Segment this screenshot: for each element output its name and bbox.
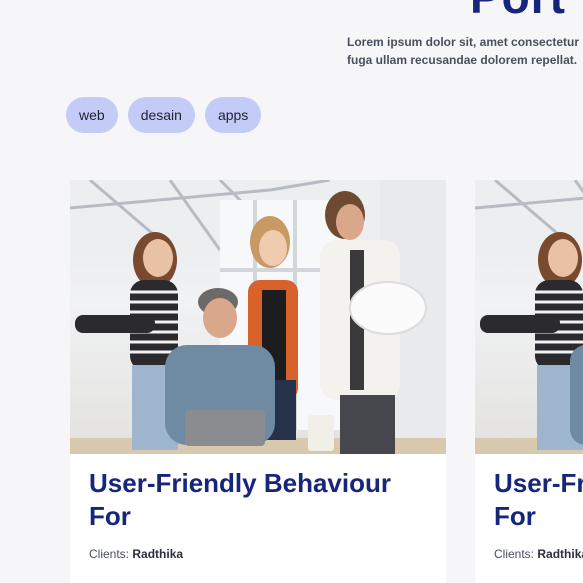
client-name: Radthika xyxy=(132,547,184,561)
team-meeting-photo xyxy=(70,180,446,454)
card-client: Clients: Radthika xyxy=(89,547,183,561)
tag-desain[interactable]: desain xyxy=(127,97,195,133)
intro-line-1: Lorem ipsum dolor sit, amet consectetur xyxy=(347,35,580,49)
filter-tags: web desain apps xyxy=(66,97,262,133)
portfolio-page: Port Lorem ipsum dolor sit, amet consect… xyxy=(0,0,583,583)
client-label: Clients: xyxy=(494,547,535,561)
tag-web[interactable]: web xyxy=(66,97,118,133)
card-title[interactable]: User-Friendly Behaviour For xyxy=(89,467,429,533)
card-client: Clients: Radthika xyxy=(494,547,583,561)
team-meeting-photo xyxy=(475,180,583,454)
intro-line-2: fuga ullam recusandae dolorem repellat. xyxy=(347,53,578,67)
client-name: Radthika xyxy=(537,547,583,561)
portfolio-card[interactable]: User-Friendly Behaviour For Clients: Rad… xyxy=(475,180,583,583)
intro-text: Lorem ipsum dolor sit, amet consectetur … xyxy=(347,33,583,69)
tag-apps[interactable]: apps xyxy=(204,97,262,133)
portfolio-heading: Port xyxy=(470,0,566,24)
card-title[interactable]: User-Friendly Behaviour For xyxy=(494,467,583,533)
portfolio-card[interactable]: User-Friendly Behaviour For Clients: Rad… xyxy=(70,180,446,583)
client-label: Clients: xyxy=(89,547,130,561)
